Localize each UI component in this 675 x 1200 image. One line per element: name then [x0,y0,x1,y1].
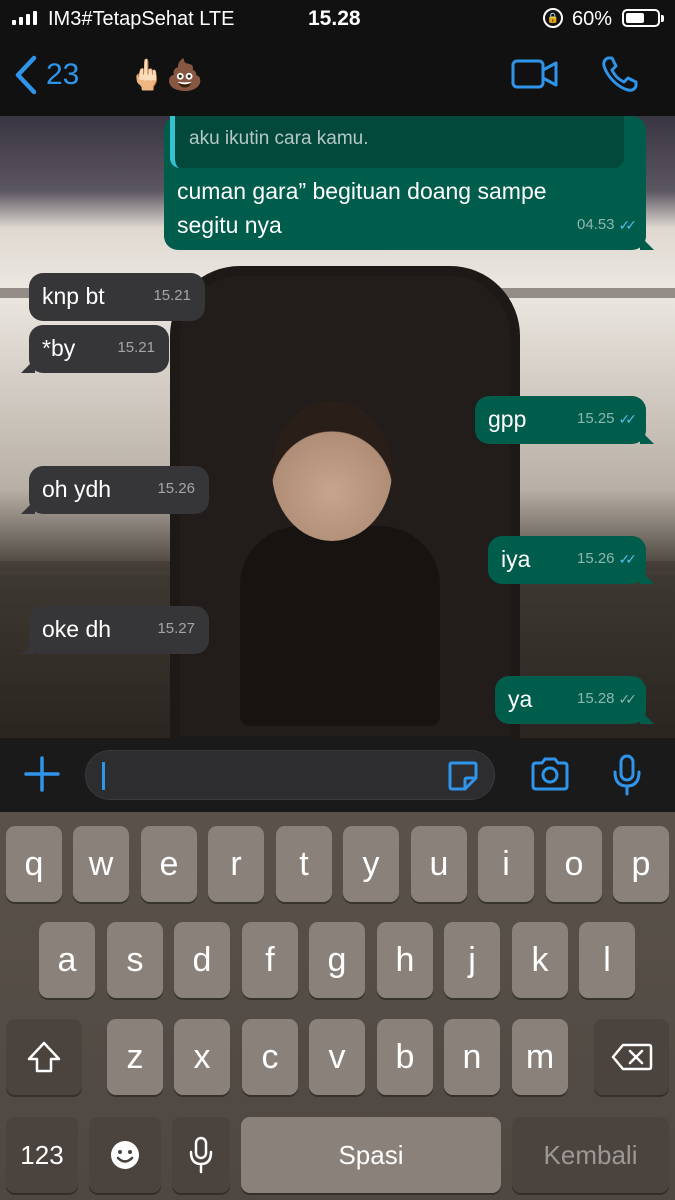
read-receipt-icon: ✓✓ [618,551,638,567]
camera-icon [531,757,569,791]
message-incoming[interactable]: *by 15.21 [21,325,169,373]
chat-area[interactable]: aku ikutin cara kamu. cuman gara” begitu… [0,116,675,738]
sticker-button[interactable] [446,759,480,798]
chevron-left-icon [15,55,37,95]
key-w[interactable]: w [73,826,129,902]
backspace-icon [611,1043,652,1071]
voice-note-button[interactable] [611,754,643,801]
keyboard: q w e r t y u i o p a s d f g h j k l z … [0,812,675,1200]
message-time: 15.25 ✓✓ [577,402,638,436]
message-text: knp bt [42,283,105,309]
camera-button[interactable] [529,756,571,797]
unread-count: 23 [46,58,80,91]
message-time: 15.21 [117,339,155,356]
key-a[interactable]: a [39,922,95,998]
space-key[interactable]: Spasi [241,1117,501,1193]
key-x[interactable]: x [174,1019,230,1095]
key-h[interactable]: h [377,922,433,998]
key-o[interactable]: o [546,826,602,902]
key-e[interactable]: e [141,826,197,902]
message-input[interactable] [85,750,495,800]
message-text: *by [42,335,76,361]
contact-name-emoji-2[interactable]: 💩 [166,58,203,93]
microphone-icon [613,754,641,796]
rotation-lock-icon: 🔒 [543,8,563,28]
message-text: iya [501,546,531,572]
phone-icon [602,56,638,92]
read-receipt-icon: ✓✓ [618,411,638,427]
message-outgoing[interactable]: ya 15.28 ✓✓ [495,676,654,724]
key-n[interactable]: n [444,1019,500,1095]
key-k[interactable]: k [512,922,568,998]
key-p[interactable]: p [613,826,669,902]
return-key[interactable]: Kembali [512,1117,669,1193]
key-j[interactable]: j [444,922,500,998]
message-outgoing[interactable]: iya 15.26 ✓✓ [488,536,654,584]
key-t[interactable]: t [276,826,332,902]
message-time: 15.26 [157,480,195,497]
message-incoming[interactable]: oh ydh 15.26 [21,466,209,514]
message-incoming[interactable]: oke dh 15.27 [21,606,209,654]
voice-call-button[interactable] [600,54,640,99]
emoji-icon [111,1141,139,1169]
video-call-icon [511,59,558,89]
message-time: 15.28 ✓✓ [577,682,638,716]
video-call-button[interactable] [511,58,559,95]
emoji-key[interactable] [89,1117,161,1193]
battery-icon [622,9,664,27]
sticker-icon [448,761,478,791]
key-b[interactable]: b [377,1019,433,1095]
delivered-receipt-icon: ✓✓ [618,691,638,707]
message-time: 15.21 [153,287,191,304]
message-time: 04.53 ✓✓ [577,208,638,242]
message-text: oke dh [42,616,112,642]
battery-percent: 60% [572,8,613,30]
message-text: gpp [488,406,527,432]
dictation-icon [189,1136,213,1174]
text-cursor [102,762,105,790]
message-outgoing[interactable]: aku ikutin cara kamu. cuman gara” begitu… [164,116,654,250]
message-text: oh ydh [42,476,112,502]
key-l[interactable]: l [579,922,635,998]
read-receipt-icon: ✓✓ [618,217,638,233]
delete-key[interactable] [594,1019,669,1095]
key-f[interactable]: f [242,922,298,998]
key-i[interactable]: i [478,826,534,902]
carrier-label: IM3#TetapSehat LTE [48,8,235,30]
quoted-message[interactable]: aku ikutin cara kamu. [170,116,624,168]
back-button[interactable]: 23 [12,54,79,96]
message-text: segitu nya [177,212,282,238]
contact-name-emoji-1[interactable]: 🖕🏻 [128,58,165,93]
message-input-bar [0,738,675,812]
key-y[interactable]: y [343,826,399,902]
message-outgoing[interactable]: gpp 15.25 ✓✓ [475,396,654,444]
key-z[interactable]: z [107,1019,163,1095]
message-text: ya [508,686,533,712]
signal-icon [12,11,37,25]
message-text: cuman gara” begituan doang sampe [177,178,547,204]
chat-header: 23 🖕🏻 💩 [0,36,675,116]
status-time: 15.28 [308,7,361,30]
plus-icon [24,756,60,792]
message-time: 15.27 [157,620,195,637]
attach-button[interactable] [22,754,62,799]
shift-icon [27,1041,61,1073]
key-d[interactable]: d [174,922,230,998]
dictation-key[interactable] [172,1117,230,1193]
shift-key[interactable] [6,1019,82,1095]
key-v[interactable]: v [309,1019,365,1095]
wallpaper-child-body [240,526,440,726]
key-u[interactable]: u [411,826,467,902]
key-q[interactable]: q [6,826,62,902]
numbers-key[interactable]: 123 [6,1117,78,1193]
message-incoming[interactable]: knp bt 15.21 [29,273,205,321]
key-g[interactable]: g [309,922,365,998]
wallpaper-child-head [272,401,392,541]
key-r[interactable]: r [208,826,264,902]
status-bar: IM3#TetapSehat LTE 15.28 🔒 60% [0,0,675,36]
key-m[interactable]: m [512,1019,568,1095]
key-c[interactable]: c [242,1019,298,1095]
key-s[interactable]: s [107,922,163,998]
message-time: 15.26 ✓✓ [577,542,638,576]
